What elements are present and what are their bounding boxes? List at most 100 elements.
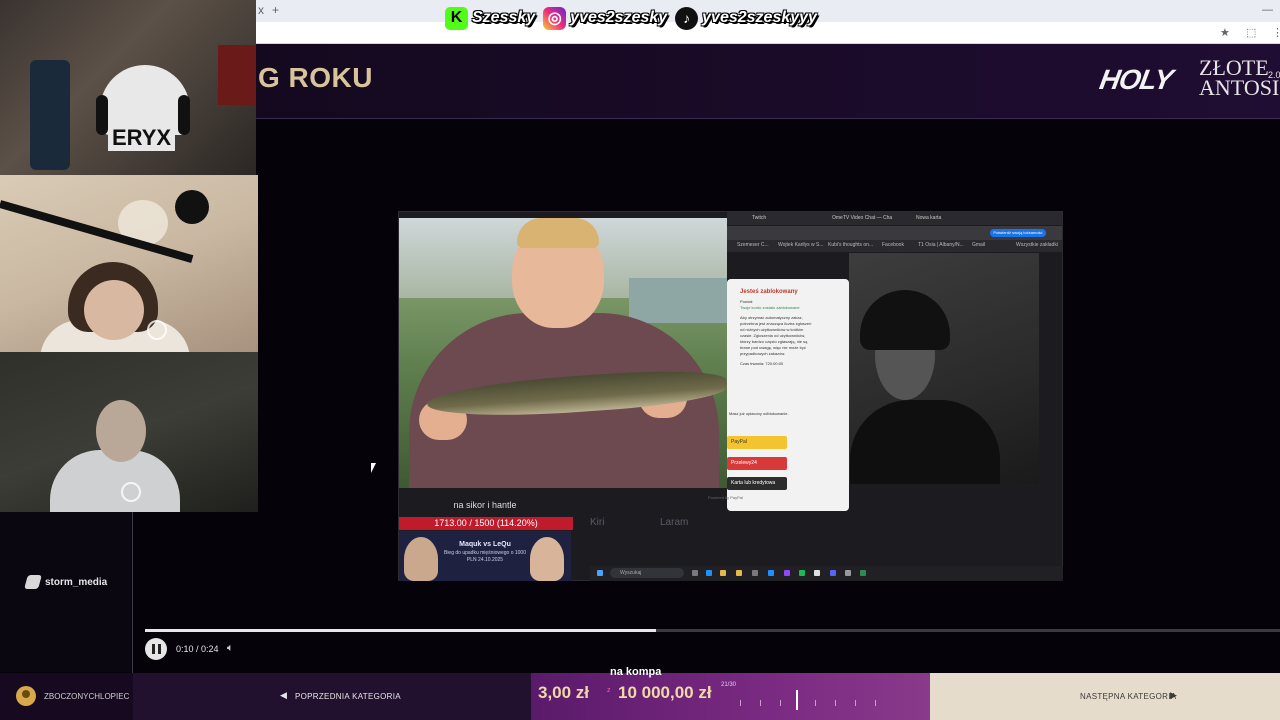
goal-tick (780, 700, 781, 706)
kick-handle: Szessky (472, 9, 536, 26)
photo-pond (629, 278, 727, 323)
preview-bookmark: Gmail (972, 242, 986, 248)
extensions-icon[interactable]: ⬚ (1246, 26, 1256, 39)
przelewy24-button: Przelewy24 (727, 457, 787, 470)
beanie-text: ERYX (108, 125, 176, 151)
storm-media-brand: storm_media (24, 575, 108, 589)
taskbar-app-icon (706, 570, 712, 576)
tiktok-icon: ♪ (675, 6, 699, 30)
ban-body-line: Aby otrzymać automatyczny zakaz, (740, 315, 803, 320)
goal-tick (855, 700, 856, 706)
kick-icon: K (445, 6, 468, 30)
brand-holy-logo: HOLY (1097, 64, 1175, 95)
ban-reason-label: Powód: (740, 299, 754, 304)
goal-progress-bar: 1713.00 / 1500 (114.20%) (399, 517, 573, 530)
instagram-handle: yves2szesky (570, 9, 668, 26)
close-tab-icon[interactable]: x (258, 3, 264, 17)
goal-tick (760, 700, 761, 706)
windows-icon (597, 570, 603, 576)
ban-body-line: potrzebna jest znacząca liczba zgłoszeń (740, 321, 812, 326)
replay-icon (121, 482, 141, 502)
ban-body-line: którzy bardzo często zgłaszają, nie są (740, 339, 808, 344)
pause-icon (158, 644, 161, 654)
ban-body-line: przypadkowych zakazów. (740, 351, 786, 356)
promo-face-left (404, 537, 438, 581)
preview-bookmark: Facebook (882, 242, 904, 248)
goal-tick (875, 700, 876, 706)
donation-count: 21/30 (721, 682, 737, 688)
preview-bookmark: Kubi's thoughts on... (828, 242, 874, 248)
preview-bookmark: T1 Osia | Albany/N... (918, 242, 964, 248)
social-handles: K Szessky ◎ yves2szesky ♪ yves2szeskyyy (445, 5, 821, 31)
taskbar-app-icon (860, 570, 866, 576)
storm-media-logo-icon (24, 575, 42, 589)
storm-media-text: storm_media (45, 576, 108, 588)
mouse-cursor (371, 463, 376, 473)
paypal-button: PayPal (727, 436, 787, 449)
donation-separator: z (607, 687, 611, 694)
discord-icon (830, 570, 836, 576)
spotify-icon (799, 570, 805, 576)
preview-tab: Twitch (752, 215, 767, 221)
stranger-body (850, 400, 1000, 484)
next-category-label: NASTĘPNA KATEGORIA (1080, 692, 1177, 701)
preview-tab: OmeTV Video Chat — Cha (832, 215, 893, 221)
browser-menu-icon[interactable]: ⋮ (1272, 26, 1280, 39)
taskbar-app-icon (768, 570, 774, 576)
goal-tick (835, 700, 836, 706)
goal-marker (796, 690, 798, 710)
wall-poster (218, 45, 256, 105)
powered-by: Powered by PayPal (708, 495, 743, 500)
arrow-left-icon: ◀ (280, 690, 287, 700)
preview-bookmark: Wszystkie zakładki (1016, 242, 1058, 248)
brand-version: 2.0 (1268, 70, 1280, 80)
promo-title: Maquk vs LeQu (459, 541, 511, 548)
replay-icon (147, 320, 167, 340)
previous-category-label: POPRZEDNIA KATEGORIA (295, 692, 401, 701)
preview-bookmark: Szemeser C... (737, 242, 769, 248)
fishing-photo (399, 218, 727, 488)
preview-bookmark: Wojtek Kariłys w S... (778, 242, 824, 248)
donation-label: na kompa (610, 666, 662, 678)
instagram-icon: ◎ (543, 6, 567, 30)
preview-name: Kiri (590, 517, 605, 528)
ban-duration: Czas trwania: 720:00:00 (740, 361, 784, 366)
chrome-icon (814, 570, 820, 576)
video-time: 0:10 / 0:24 (176, 644, 219, 654)
headphones-right (178, 95, 190, 135)
taskbar-app-icon (845, 570, 851, 576)
donation-goal (531, 673, 930, 720)
preview-name: Laram (660, 517, 689, 528)
bookmark-star-icon[interactable]: ★ (1220, 26, 1230, 39)
volume-icon[interactable]: 🔈︎ (227, 642, 234, 655)
preview-tab: Nowa karta (916, 215, 942, 221)
user-icon (22, 690, 30, 698)
promo-subtitle: Bieg do upadku mięśniowego o 1000 PLN 24… (443, 550, 526, 563)
microphone (175, 190, 209, 224)
ban-body-line: od różnych użytkowników w krótkim (740, 327, 804, 332)
goal-tick (740, 700, 741, 706)
gaming-chair (30, 60, 70, 170)
tiktok-handle: yves2szeskyyy (702, 9, 817, 26)
brand-line-2: ANTOSI (1199, 75, 1280, 100)
guest-2-face (84, 280, 144, 340)
new-tab-button[interactable]: + (272, 3, 279, 17)
taskbar-app-icon (720, 570, 726, 576)
goal-tick (815, 700, 816, 706)
pause-icon (152, 644, 155, 654)
goal-caption: na sikor i hantle (453, 500, 517, 510)
username: ZBOCZONYCHLOPIEC (44, 692, 130, 701)
stream-screen: x + — ★ ⬚ ⋮ G ROKU HOLY ZŁOTE ANTOSI 2.0… (0, 0, 1280, 720)
preview-verify-badge: Potwierdź swoją tożsamość (990, 229, 1046, 237)
video-progress-fill (145, 629, 656, 632)
ban-dialog-title: Jesteś zablokowany (740, 289, 798, 295)
preview-tab-strip (727, 212, 1062, 225)
ban-body-line: brane pod uwagę, więc nie może być (740, 345, 806, 350)
headphones-left (96, 95, 108, 135)
sidebar-panel (0, 512, 133, 672)
photo-hair (517, 218, 599, 248)
promo-face-right (530, 537, 564, 581)
minimize-icon[interactable]: — (1262, 4, 1273, 16)
taskbar-app-icon (752, 570, 758, 576)
pause-button[interactable] (145, 638, 167, 660)
